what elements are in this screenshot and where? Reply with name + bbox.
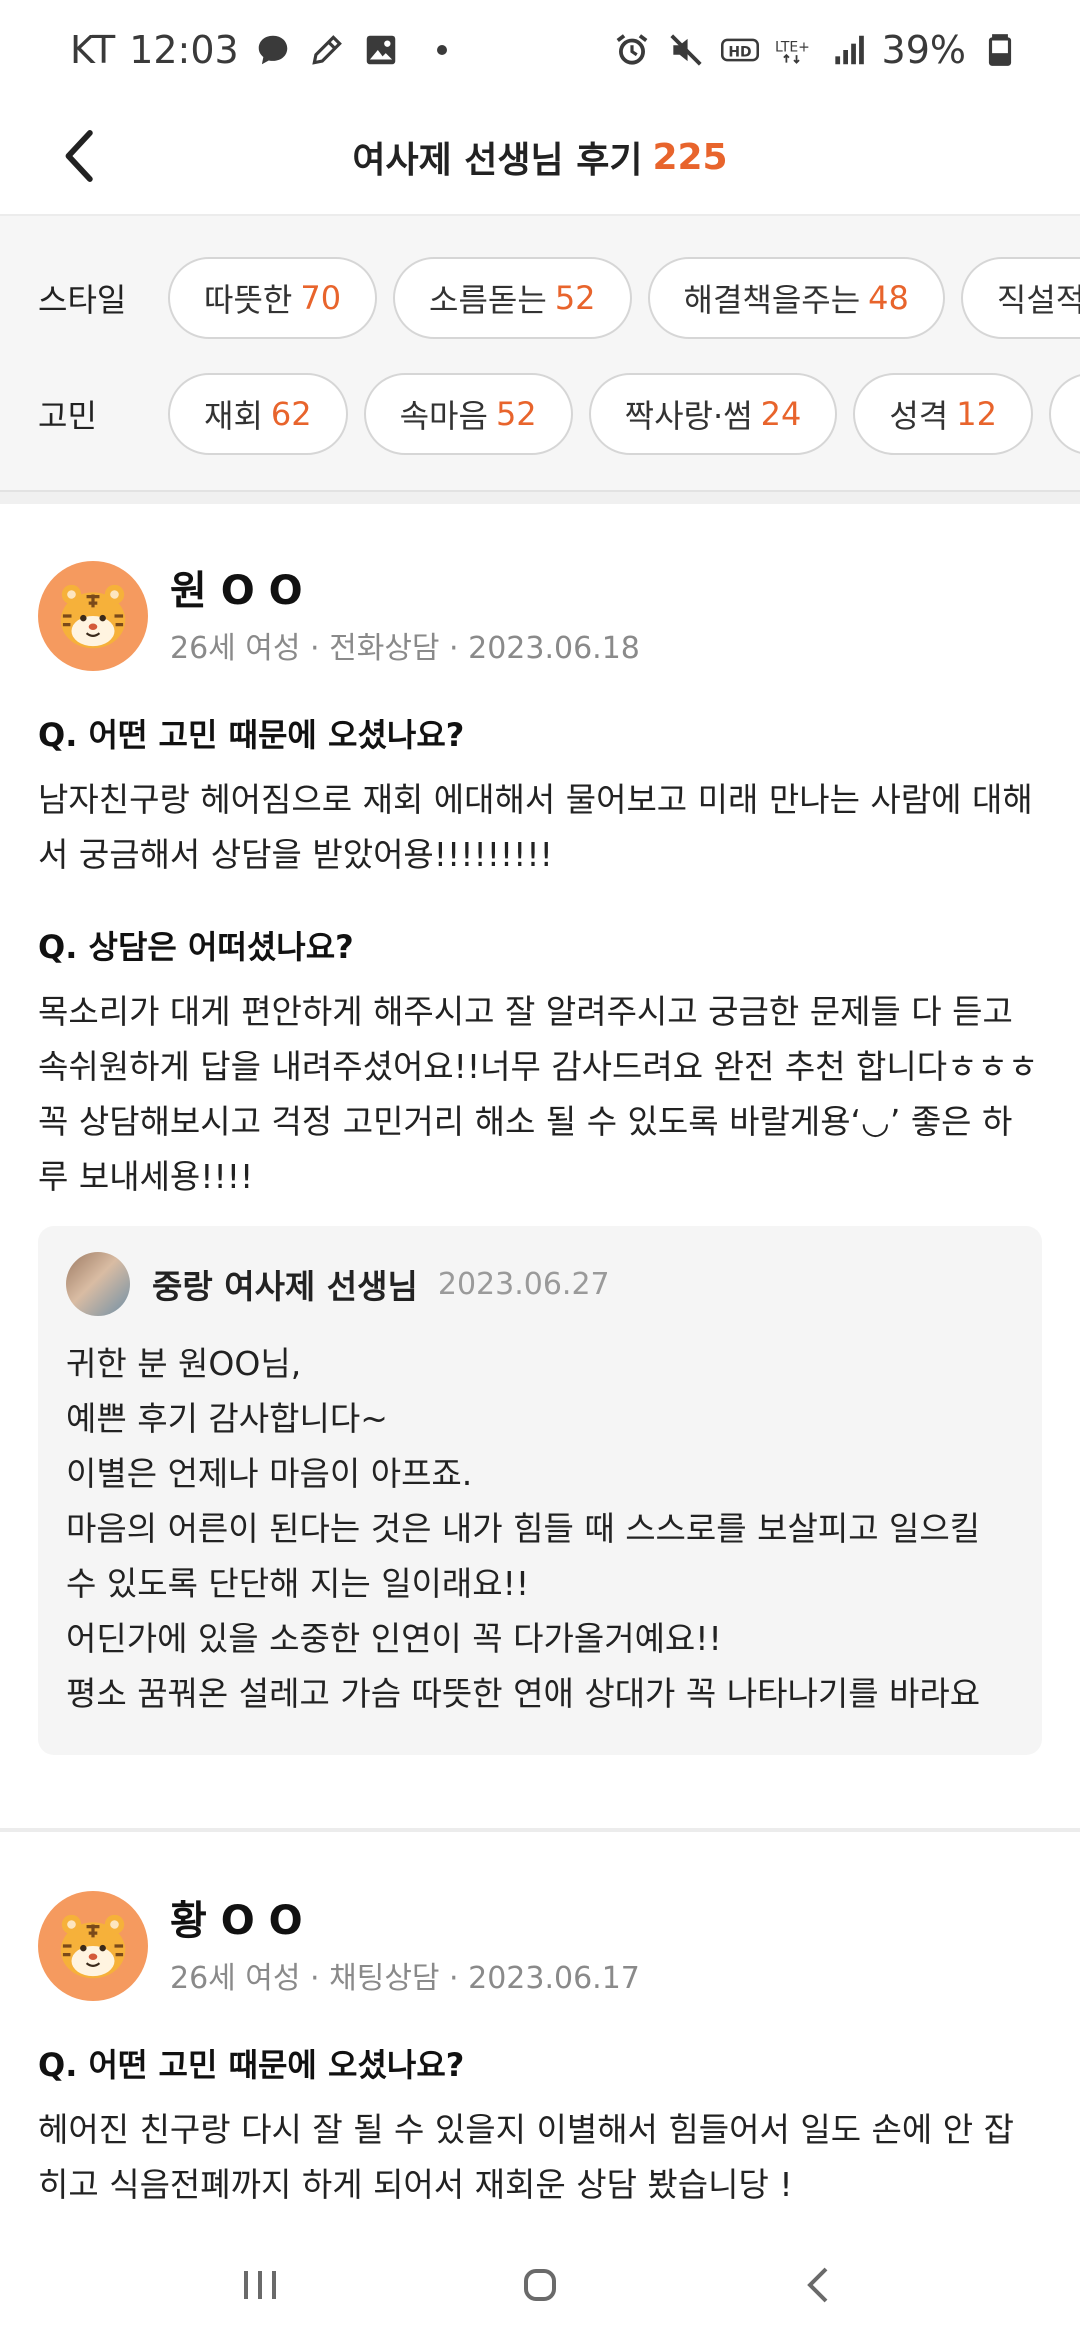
chevron-left-icon [65,130,93,182]
review-count: 225 [652,136,728,178]
answer-text: 헤어진 친구랑 다시 잘 될 수 있을지 이별해서 힘들어서 일도 손에 안 잡… [38,2110,1014,2204]
tiger-icon [60,1914,126,1979]
reply-line: 이별은 언제나 마음이 아프죠. [66,1454,473,1493]
avatar [38,1891,148,2001]
clock: 12:03 [129,28,239,72]
reviewer-info: 26세 여성 · 채팅상담 · 2023.06.17 [170,1961,640,1996]
review-header: 원 O O 26세 여성 · 전화상담 · 2023.06.18 [38,556,1042,676]
lte-icon: LTE+ [774,30,814,70]
signal-icon [828,30,868,70]
reply-line: 예쁜 후기 감사합니다~ [66,1399,388,1438]
review-header: 황 O O 26세 여성 · 채팅상담 · 2023.06.17 [38,1886,1042,2006]
pen-icon [307,30,347,70]
reply-header: 중랑 여사제 선생님 2023.06.27 [66,1252,1014,1316]
concern-filter-row: 고민 재회 62 속마음 52 짝사랑·썸 24 성격 12 새 [0,372,1080,456]
gallery-icon [361,30,401,70]
reply-line: 마음의 어른이 된다는 것은 내가 힘들 때 스스로를 보살피고 일으킬 수 있… [66,1509,981,1603]
reply-line: 어딘가에 있을 소중한 인연이 꼭 다가올거예요!! [66,1619,722,1658]
messenger-icon [253,30,293,70]
style-filter-row: 스타일 따뜻한 70 소름돋는 52 해결책을주는 48 직설적인 [0,256,1080,340]
counselor-avatar [66,1252,130,1316]
app-header: 여사제 선생님 후기 225 [0,100,1080,216]
carrier-label: KT [70,28,116,72]
chip-label: 직설적인 [996,281,1080,319]
chip-inner-thoughts[interactable]: 속마음 52 [363,373,573,455]
review-item: 황 O O 26세 여성 · 채팅상담 · 2023.06.17 Q. 어떤 고… [0,1886,1080,2212]
question-title: Q. 상담은 어떠셨나요? [38,928,354,966]
tiger-icon [60,584,126,649]
chip-reunion[interactable]: 재회 62 [168,373,348,455]
chip-direct[interactable]: 직설적인 [960,257,1080,339]
reviewer-info: 26세 여성 · 전화상담 · 2023.06.18 [170,631,640,666]
home-icon [524,2269,556,2301]
reply-line: 귀한 분 원OO님, [66,1344,302,1383]
chip-count: 70 [300,279,342,317]
status-right: HD LTE+ 39% [612,28,1020,72]
review-meta: 원 O O 26세 여성 · 전화상담 · 2023.06.18 [170,565,640,667]
concern-filter-label: 고민 [38,397,97,435]
home-button[interactable] [500,2245,580,2325]
reply-date: 2023.06.27 [437,1266,610,1302]
mute-icon [666,30,706,70]
system-back-button[interactable] [780,2245,860,2325]
back-icon [807,2267,828,2303]
status-left: KT 12:03 [70,28,447,72]
chip-label: 소름돋는 [429,281,547,319]
chip-personality[interactable]: 성격 12 [853,373,1033,455]
chip-count: 52 [554,279,596,317]
chip-count: 12 [956,395,997,433]
alarm-icon [612,30,652,70]
filter-area: 스타일 따뜻한 70 소름돋는 52 해결책을주는 48 직설적인 고민 재회 … [0,216,1080,496]
counselor-reply: 중랑 여사제 선생님 2023.06.27 귀한 분 원OO님, 예쁜 후기 감… [38,1226,1042,1755]
avatar [38,561,148,671]
status-bar: KT 12:03 HD LTE+ 39% [0,0,1080,100]
notification-dot [436,45,447,55]
hd-icon: HD [720,30,760,70]
system-nav-bar [0,2230,1080,2340]
style-filter-label: 스타일 [38,281,127,319]
chip-count: 24 [760,395,802,433]
review-divider [0,1828,1080,1832]
reply-line: 평소 꿈꿔온 설레고 가슴 따뜻한 연애 상대가 꼭 나타나기를 바라요 [66,1674,981,1713]
back-button[interactable] [48,124,112,188]
reviewer-name: 원 O O [170,568,303,614]
reviewer-name: 황 O O [170,1898,303,1944]
chip-label: 해결책을주는 [683,281,861,319]
battery-icon [980,30,1020,70]
reply-body: 귀한 분 원OO님, 예쁜 후기 감사합니다~ 이별은 언제나 마음이 아프죠.… [66,1336,1014,1721]
chip-label: 짝사랑·썸 [624,397,753,435]
svg-text:HD: HD [728,44,751,60]
chip-label: 재회 [204,397,263,435]
chip-solution[interactable]: 해결책을주는 48 [647,257,945,339]
question-title: Q. 어떤 고민 때문에 오셨나요? [38,2046,465,2084]
page-title: 여사제 선생님 후기 [352,140,643,181]
battery-percent: 39% [881,28,966,72]
review-item: 원 O O 26세 여성 · 전화상담 · 2023.06.18 Q. 어떤 고… [0,556,1080,1755]
chip-count: 48 [868,279,909,317]
recent-apps-button[interactable] [220,2245,300,2325]
svg-text:LTE+: LTE+ [775,39,810,55]
chip-label: 속마음 [399,397,488,435]
question-title: Q. 어떤 고민 때문에 오셨나요? [38,716,465,754]
chip-crush[interactable]: 짝사랑·썸 24 [588,373,838,455]
chip-warm[interactable]: 따뜻한 70 [168,257,378,339]
answer-text: 목소리가 대게 편안하게 해주시고 잘 알려주시고 궁금한 문제들 다 듣고 속… [38,992,1039,1196]
chip-count: 62 [270,395,312,433]
review-meta: 황 O O 26세 여성 · 채팅상담 · 2023.06.17 [170,1895,640,1997]
chip-label: 성격 [889,397,949,435]
chip-new[interactable]: 새 [1048,373,1080,455]
chip-label: 따뜻한 [204,281,293,319]
answer-text: 남자친구랑 헤어짐으로 재회 에대해서 물어보고 미래 만나는 사람에 대해서 … [38,780,1033,874]
counselor-name: 중랑 여사제 선생님 [152,1267,418,1306]
chip-count: 52 [495,395,537,433]
chip-chilling[interactable]: 소름돋는 52 [393,257,632,339]
recent-apps-icon [244,2271,276,2299]
filter-divider [0,490,1080,504]
